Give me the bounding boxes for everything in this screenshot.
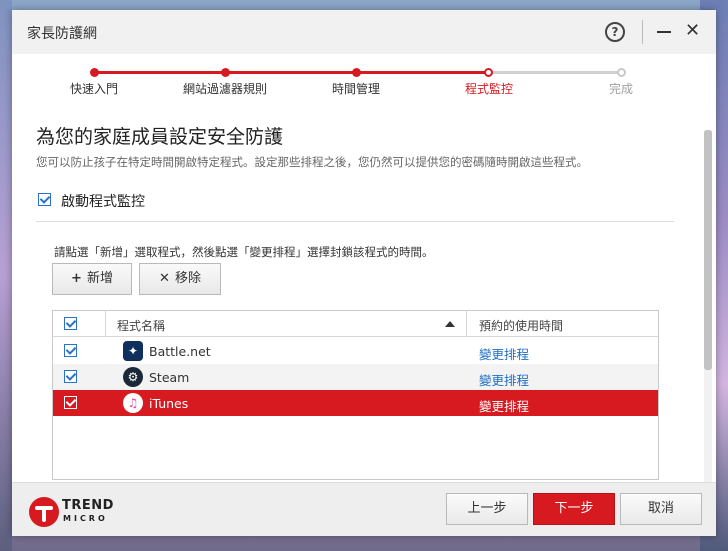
- steam-icon: ⚙: [123, 367, 143, 387]
- add-button[interactable]: + 新增: [52, 263, 132, 295]
- step-label-program-control: 程式監控: [465, 82, 514, 96]
- progress-line-remaining: [490, 71, 622, 74]
- row-checkbox[interactable]: [64, 344, 77, 357]
- step-label-quickstart: 快速入門: [70, 82, 119, 96]
- close-icon[interactable]: ✕: [685, 21, 700, 41]
- progress-steps: 快速入門 網站過濾器規則 時間管理 程式監控 完成: [12, 54, 716, 114]
- column-header-program-name[interactable]: 程式名稱: [117, 317, 165, 334]
- program-table: 程式名稱 預約的使用時間 ✦ Battle.net 變更排程 ⚙ Steam 變…: [52, 310, 659, 480]
- step-label-time-management: 時間管理: [332, 82, 381, 96]
- table-header: 程式名稱 預約的使用時間: [53, 311, 658, 337]
- remove-button[interactable]: ✕ 移除: [139, 263, 221, 295]
- step-label-finish: 完成: [609, 82, 634, 96]
- row-checkbox[interactable]: [64, 370, 77, 383]
- header-divider: [105, 311, 106, 337]
- desktop-background-left: [0, 0, 12, 551]
- table-row[interactable]: ⚙ Steam 變更排程: [53, 364, 658, 390]
- back-button[interactable]: 上一步: [446, 493, 528, 525]
- brand-subname: MICRO: [63, 514, 108, 523]
- footer: TREND MICRO 上一步 下一步 取消: [12, 482, 716, 536]
- cancel-button[interactable]: 取消: [620, 493, 702, 525]
- column-header-schedule: 預約的使用時間: [479, 319, 564, 333]
- page-description: 您可以防止孩子在特定時間開啟特定程式。設定那些排程之後，您仍然可以提供您的密碼隨…: [36, 155, 588, 169]
- add-button-label: 新增: [86, 271, 113, 286]
- progress-line-complete: [94, 71, 490, 74]
- help-icon[interactable]: ?: [605, 22, 625, 42]
- change-schedule-link[interactable]: 變更排程: [479, 344, 529, 363]
- instruction-text: 請點選「新增」選取程式，然後點選「變更排程」選擇封鎖該程式的時間。: [54, 245, 434, 259]
- step-dot-finish: [617, 68, 626, 77]
- title-bar: 家長防護網 ? ✕: [12, 10, 716, 54]
- parental-controls-window: 家長防護網 ? ✕ 快速入門 網站過濾器規則 時間管理 程式監控 完成 為您的家…: [12, 10, 716, 536]
- trend-micro-logo-icon: [29, 497, 59, 527]
- enable-program-control-checkbox[interactable]: [38, 193, 51, 206]
- table-row[interactable]: ♫ iTunes 變更排程: [53, 390, 658, 416]
- section-divider: [36, 221, 674, 222]
- page-title: 為您的家庭成員設定安全防護: [36, 126, 284, 148]
- change-schedule-link[interactable]: 變更排程: [479, 396, 529, 415]
- next-button[interactable]: 下一步: [533, 493, 615, 525]
- step-label-web-filter: 網站過濾器規則: [183, 82, 268, 96]
- select-all-checkbox[interactable]: [64, 317, 77, 330]
- header-divider: [466, 311, 467, 337]
- plus-icon: +: [71, 271, 82, 286]
- program-name: Battle.net: [149, 344, 211, 359]
- table-row[interactable]: ✦ Battle.net 變更排程: [53, 338, 658, 364]
- titlebar-divider: [642, 20, 643, 44]
- window-title: 家長防護網: [27, 26, 97, 42]
- step-dot-time-management: [352, 68, 361, 77]
- scrollbar-thumb[interactable]: [704, 130, 712, 370]
- step-dot-quickstart: [90, 68, 99, 77]
- program-name: iTunes: [149, 396, 189, 411]
- brand-name: TREND: [62, 498, 114, 513]
- row-checkbox[interactable]: [64, 396, 77, 409]
- step-dot-web-filter: [221, 68, 230, 77]
- sort-ascending-icon[interactable]: [445, 321, 455, 327]
- x-icon: ✕: [159, 271, 170, 286]
- enable-program-control-label[interactable]: 啟動程式監控: [61, 191, 145, 211]
- program-name: Steam: [149, 370, 190, 385]
- step-dot-program-control: [484, 68, 493, 77]
- itunes-icon: ♫: [123, 393, 143, 413]
- change-schedule-link[interactable]: 變更排程: [479, 370, 529, 389]
- battlenet-icon: ✦: [123, 341, 143, 361]
- minimize-icon[interactable]: [657, 31, 671, 33]
- remove-button-label: 移除: [174, 271, 201, 286]
